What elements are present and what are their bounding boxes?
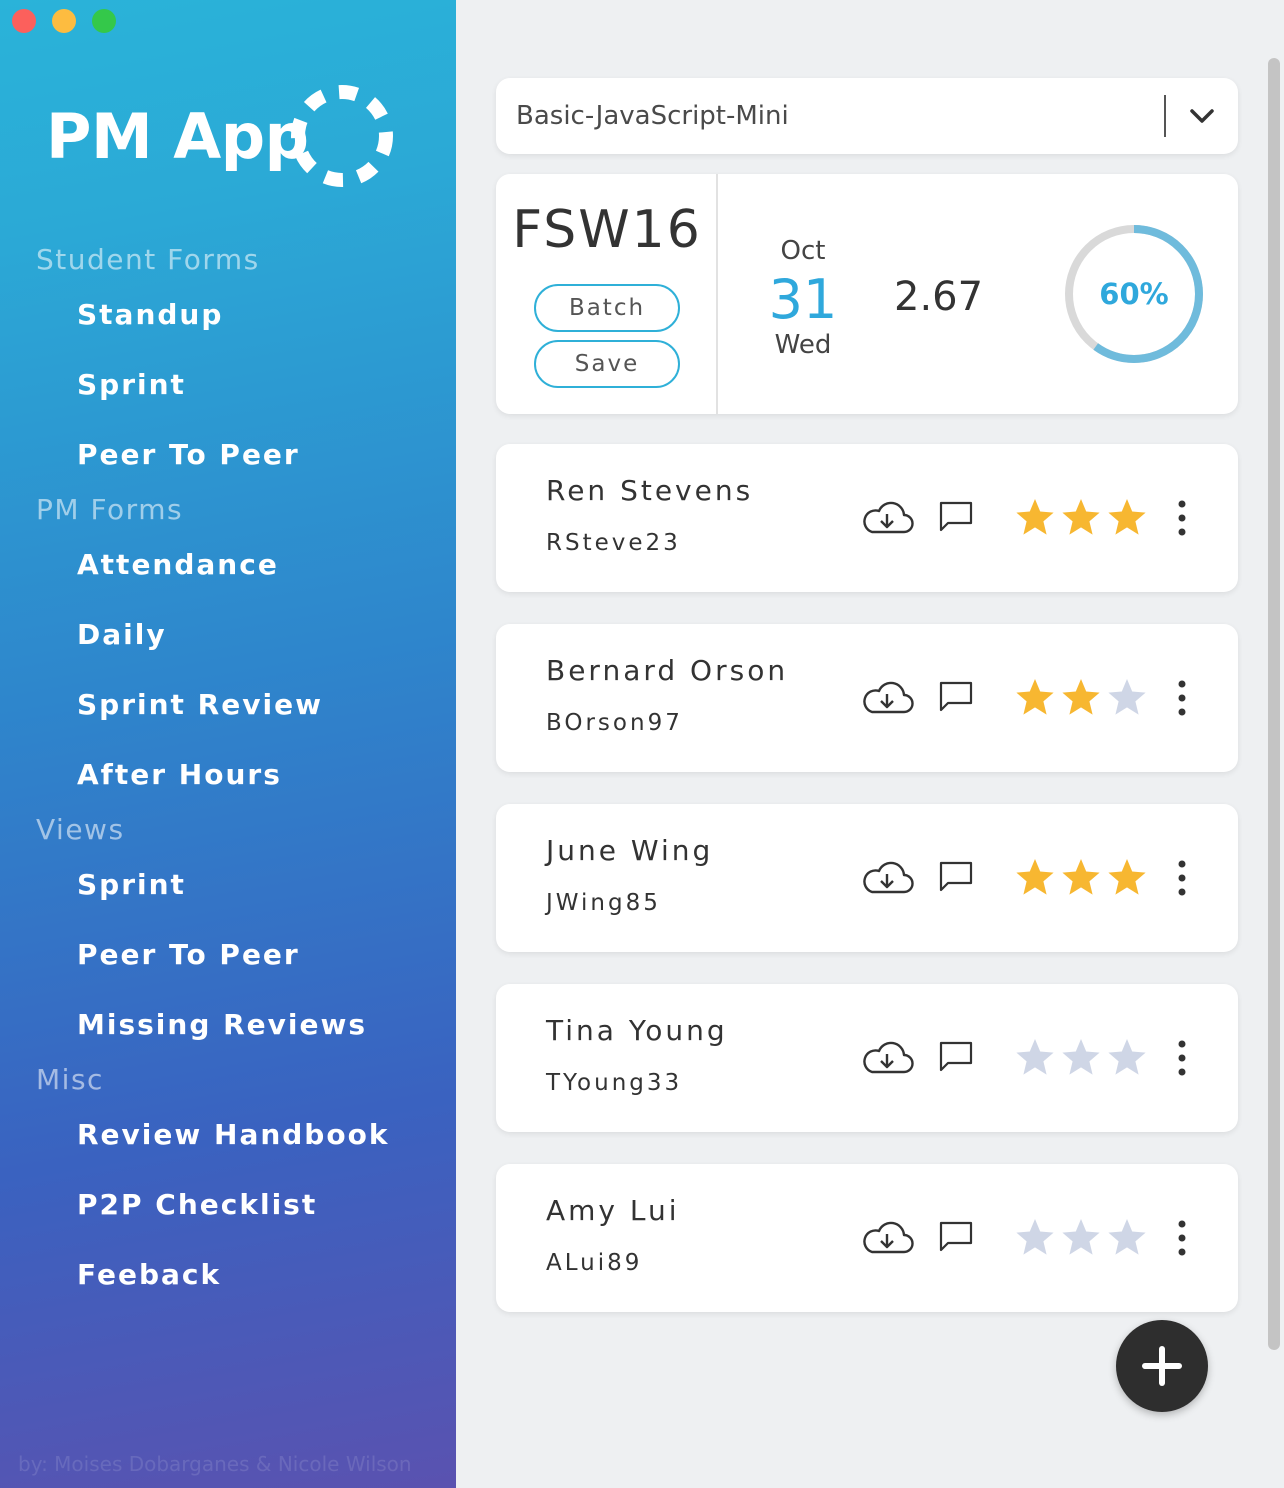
star-filled-icon[interactable] bbox=[1060, 676, 1102, 718]
sidebar: PM App Student Forms Standup Sprint Peer… bbox=[0, 0, 456, 1488]
star-filled-icon[interactable] bbox=[1106, 496, 1148, 538]
comment-icon[interactable] bbox=[938, 680, 974, 714]
cloud-download-icon[interactable] bbox=[860, 680, 914, 716]
section-title: Student Forms bbox=[36, 243, 260, 276]
nav-section-student-forms: Student Forms Standup Sprint Peer To Pee… bbox=[0, 240, 456, 490]
cloud-download-icon[interactable] bbox=[860, 500, 914, 536]
zoom-window-button[interactable] bbox=[92, 9, 116, 33]
student-handle: TYoung33 bbox=[546, 1070, 683, 1096]
batch-name: FSW16 bbox=[512, 200, 702, 260]
save-button[interactable]: Save bbox=[534, 340, 680, 388]
nav-item-p2p-checklist[interactable]: P2P Checklist bbox=[0, 1170, 456, 1240]
more-vertical-icon[interactable] bbox=[1176, 498, 1188, 538]
cloud-download-icon[interactable] bbox=[860, 1040, 914, 1076]
nav-item-peer-to-peer[interactable]: Peer To Peer bbox=[0, 420, 456, 490]
star-rating[interactable] bbox=[1014, 676, 1148, 718]
close-window-button[interactable] bbox=[12, 9, 36, 33]
section-title: Misc bbox=[36, 1063, 104, 1096]
plus-icon bbox=[1142, 1346, 1182, 1386]
student-handle: ALui89 bbox=[546, 1250, 643, 1276]
batch-summary-card: FSW16 Batch Save Oct 31 Wed 2.67 60% bbox=[496, 174, 1238, 414]
section-title: Views bbox=[36, 813, 125, 846]
brand: PM App bbox=[46, 85, 393, 187]
student-name: Bernard Orson bbox=[546, 654, 789, 687]
batch-info: FSW16 Batch Save bbox=[496, 174, 718, 414]
comment-icon[interactable] bbox=[938, 860, 974, 894]
student-card: Bernard Orson BOrson97 bbox=[496, 624, 1238, 772]
main-panel: Basic-JavaScript-Mini FSW16 Batch Save O… bbox=[456, 0, 1284, 1488]
student-name: Amy Lui bbox=[546, 1194, 680, 1227]
nav-item-after-hours[interactable]: After Hours bbox=[0, 740, 456, 810]
more-vertical-icon[interactable] bbox=[1176, 678, 1188, 718]
cloud-download-icon[interactable] bbox=[860, 1220, 914, 1256]
star-rating[interactable] bbox=[1014, 1216, 1148, 1258]
star-rating[interactable] bbox=[1014, 856, 1148, 898]
comment-icon[interactable] bbox=[938, 1040, 974, 1074]
date-day: 31 bbox=[768, 268, 838, 331]
nav-item-feedback[interactable]: Feeback bbox=[0, 1240, 456, 1310]
student-handle: BOrson97 bbox=[546, 710, 683, 736]
star-filled-icon[interactable] bbox=[1014, 856, 1056, 898]
comment-icon[interactable] bbox=[938, 1220, 974, 1254]
nav-item-missing-reviews[interactable]: Missing Reviews bbox=[0, 990, 456, 1060]
minimize-window-button[interactable] bbox=[52, 9, 76, 33]
student-name: Ren Stevens bbox=[546, 474, 754, 507]
section-title: PM Forms bbox=[36, 493, 184, 526]
star-empty-icon[interactable] bbox=[1106, 676, 1148, 718]
student-name: Tina Young bbox=[546, 1014, 728, 1047]
nav-section-views: Views Sprint Peer To Peer Missing Review… bbox=[0, 810, 456, 1060]
nav-item-view-sprint[interactable]: Sprint bbox=[0, 850, 456, 920]
nav-item-standup[interactable]: Standup bbox=[0, 280, 456, 350]
star-rating[interactable] bbox=[1014, 1036, 1148, 1078]
student-card: Tina Young TYoung33 bbox=[496, 984, 1238, 1132]
nav-item-sprint-review[interactable]: Sprint Review bbox=[0, 670, 456, 740]
more-vertical-icon[interactable] bbox=[1176, 858, 1188, 898]
loading-ring-logo-icon bbox=[291, 85, 393, 187]
star-empty-icon[interactable] bbox=[1106, 1216, 1148, 1258]
student-handle: JWing85 bbox=[546, 890, 661, 916]
nav-item-attendance[interactable]: Attendance bbox=[0, 530, 456, 600]
student-card: June Wing JWing85 bbox=[496, 804, 1238, 952]
star-filled-icon[interactable] bbox=[1014, 676, 1056, 718]
date-weekday: Wed bbox=[774, 330, 832, 360]
date-month: Oct bbox=[780, 236, 826, 266]
star-filled-icon[interactable] bbox=[1106, 856, 1148, 898]
nav-item-review-handbook[interactable]: Review Handbook bbox=[0, 1100, 456, 1170]
nav-item-view-peer-to-peer[interactable]: Peer To Peer bbox=[0, 920, 456, 990]
more-vertical-icon[interactable] bbox=[1176, 1038, 1188, 1078]
student-card: Amy Lui ALui89 bbox=[496, 1164, 1238, 1312]
dropdown-divider bbox=[1164, 95, 1166, 137]
star-filled-icon[interactable] bbox=[1014, 496, 1056, 538]
batch-button[interactable]: Batch bbox=[534, 284, 680, 332]
star-filled-icon[interactable] bbox=[1060, 496, 1102, 538]
window-controls bbox=[12, 9, 116, 33]
average-score: 2.67 bbox=[894, 274, 984, 320]
app-title: PM App bbox=[46, 100, 309, 173]
nav-item-sprint[interactable]: Sprint bbox=[0, 350, 456, 420]
comment-icon[interactable] bbox=[938, 500, 974, 534]
project-select-value: Basic-JavaScript-Mini bbox=[516, 101, 789, 131]
student-handle: RSteve23 bbox=[546, 530, 681, 556]
more-vertical-icon[interactable] bbox=[1176, 1218, 1188, 1258]
nav-item-daily[interactable]: Daily bbox=[0, 600, 456, 670]
chevron-down-icon[interactable] bbox=[1188, 104, 1216, 128]
star-empty-icon[interactable] bbox=[1014, 1036, 1056, 1078]
scrollbar[interactable] bbox=[1268, 58, 1280, 1350]
star-empty-icon[interactable] bbox=[1060, 1036, 1102, 1078]
progress-label: 60% bbox=[1099, 277, 1169, 311]
sidebar-nav: Student Forms Standup Sprint Peer To Pee… bbox=[0, 240, 456, 1310]
credit-text: by: Moises Dobarganes & Nicole Wilson bbox=[18, 1452, 412, 1476]
student-name: June Wing bbox=[546, 834, 714, 867]
nav-section-misc: Misc Review Handbook P2P Checklist Feeba… bbox=[0, 1060, 456, 1310]
star-empty-icon[interactable] bbox=[1014, 1216, 1056, 1258]
star-empty-icon[interactable] bbox=[1060, 1216, 1102, 1258]
star-rating[interactable] bbox=[1014, 496, 1148, 538]
cloud-download-icon[interactable] bbox=[860, 860, 914, 896]
star-filled-icon[interactable] bbox=[1060, 856, 1102, 898]
nav-section-pm-forms: PM Forms Attendance Daily Sprint Review … bbox=[0, 490, 456, 810]
student-card: Ren Stevens RSteve23 bbox=[496, 444, 1238, 592]
add-student-button[interactable] bbox=[1116, 1320, 1208, 1412]
star-empty-icon[interactable] bbox=[1106, 1036, 1148, 1078]
project-select[interactable]: Basic-JavaScript-Mini bbox=[496, 78, 1238, 154]
